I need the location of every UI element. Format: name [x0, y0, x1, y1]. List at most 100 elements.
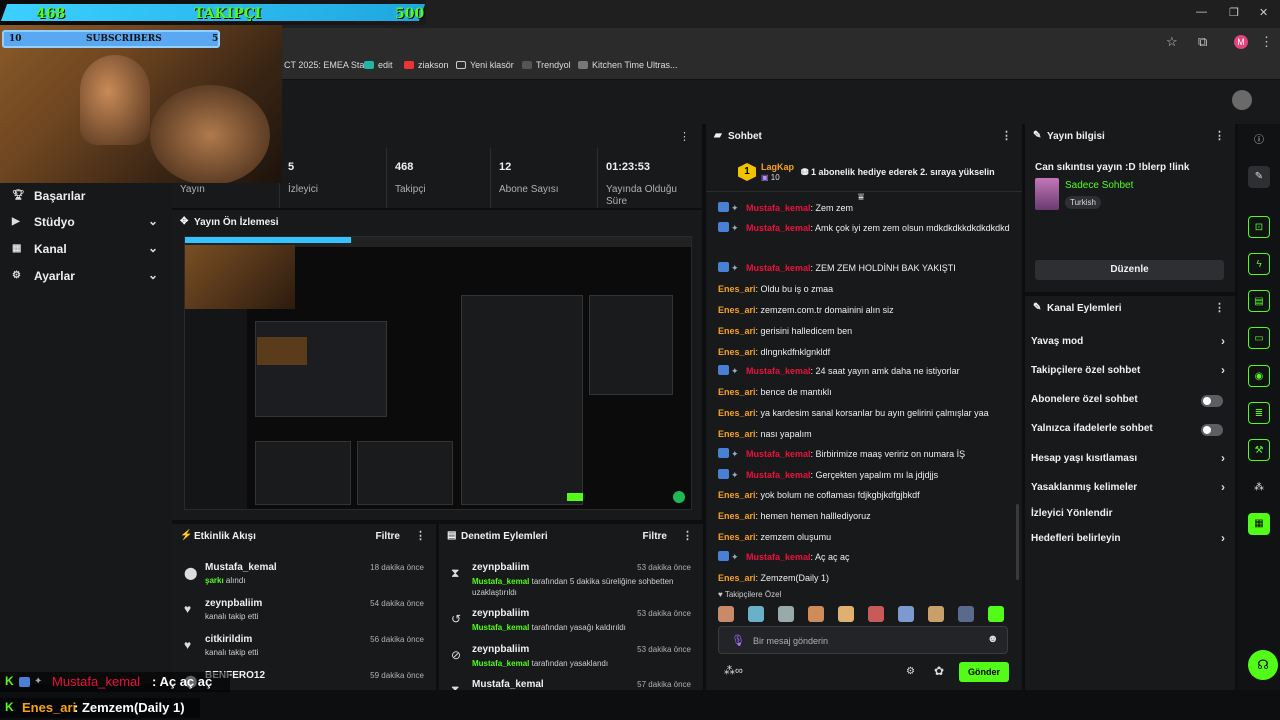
chat-username[interactable]: Enes_ari	[718, 532, 756, 542]
chat-settings-icon[interactable]: ⚙	[906, 666, 915, 677]
info-menu-icon[interactable]: ⋮	[1214, 129, 1225, 142]
action-account-age[interactable]: Hesap yaşı kısıtlaması ›	[1031, 451, 1229, 469]
chat-username[interactable]: Mustafa_kemal	[746, 263, 811, 273]
bookmark-item[interactable]: Trendyol	[522, 60, 571, 70]
send-button[interactable]: Gönder	[959, 662, 1009, 682]
chat-username[interactable]: Enes_ari	[718, 387, 756, 397]
emote-item[interactable]	[838, 606, 854, 622]
minimize-icon[interactable]: —	[1196, 6, 1207, 18]
emote-only-toggle[interactable]	[1201, 424, 1223, 436]
bookmark-item[interactable]: Yeni klasör	[456, 60, 514, 70]
activity-menu-icon[interactable]: ⋮	[415, 529, 426, 542]
microphone-icon[interactable]: 🎙︎	[731, 634, 745, 647]
stream-preview-video[interactable]	[184, 236, 692, 510]
emoji-icon[interactable]: ☻	[987, 633, 999, 645]
chat-username[interactable]: Mustafa_kemal	[746, 470, 811, 480]
support-headset-icon[interactable]: ☊	[1248, 650, 1278, 680]
chat-input[interactable]: 🎙︎ Bir mesaj gönderin ☻	[718, 626, 1008, 654]
emote-item[interactable]	[808, 606, 824, 622]
action-subscribers-only[interactable]: Abonelere özel sohbet	[1031, 394, 1229, 410]
user-avatar[interactable]	[1232, 90, 1252, 110]
pinned-gift-banner[interactable]: 1 LagKap ▣ 10 ⛃ 1 abonelik hediye ederek…	[706, 152, 1022, 192]
activity-filter-button[interactable]: Filtre	[376, 531, 400, 542]
restore-icon[interactable]: ❐	[1229, 6, 1239, 19]
chat-username[interactable]: Enes_ari	[718, 305, 756, 315]
channel-actions-panel: ✎ Kanal Eylemleri ⋮ Yavaş mod › Takipçile…	[1025, 296, 1235, 690]
chat-username[interactable]: Mustafa_kemal	[746, 223, 811, 233]
chat-username[interactable]: Mustafa_kemal	[746, 366, 811, 376]
wrench-icon[interactable]: ⚒	[1248, 439, 1270, 461]
chat-username[interactable]: Enes_ari	[718, 490, 756, 500]
chat-username[interactable]: Mustafa_kemal	[746, 449, 811, 459]
menu-dots-icon[interactable]: ⋮	[1260, 34, 1273, 50]
emote-item[interactable]	[778, 606, 794, 622]
bookmark-item[interactable]: edit	[364, 60, 393, 70]
chat-username[interactable]: Enes_ari	[718, 347, 756, 357]
extensions-icon[interactable]: ⧉	[1198, 34, 1207, 50]
chat-username[interactable]: Enes_ari	[718, 511, 756, 521]
emote-item[interactable]	[868, 606, 884, 622]
sidebar-item-ayarlar[interactable]: ⚙ Ayarlar ⌄	[12, 268, 162, 288]
chat-scrollbar[interactable]	[1016, 504, 1019, 580]
chat-message: ✦ Mustafa_kemal: ZEM ZEM HOLDİNH BAK YAKI…	[718, 262, 1014, 275]
clip-icon[interactable]: ⊡	[1248, 216, 1270, 238]
trophy-icon: 🏆︎	[12, 190, 25, 201]
emote-item[interactable]	[988, 606, 1004, 622]
edit-button[interactable]: Düzenle	[1035, 260, 1224, 280]
chat-username[interactable]: Mustafa_kemal	[746, 552, 811, 562]
streamer-face	[80, 55, 150, 145]
heart-icon: ♥	[184, 638, 192, 652]
layers-icon[interactable]: ≣	[1248, 402, 1270, 424]
subscribers-only-toggle[interactable]	[1201, 395, 1223, 407]
actions-menu-icon[interactable]: ⋮	[1214, 301, 1225, 314]
sidebar-item-studyo[interactable]: ▶ Stüdyo ⌄	[12, 214, 162, 234]
chat-username[interactable]: Enes_ari	[718, 284, 756, 294]
action-banned-words[interactable]: Yasaklanmış kelimeler ›	[1031, 480, 1229, 498]
info-icon[interactable]: ⓘ	[1248, 130, 1270, 152]
points-icon[interactable]: ⁂∞	[724, 664, 743, 677]
clapperboard-icon[interactable]: ▦	[1248, 513, 1270, 535]
lightning-icon[interactable]: ϟ	[1248, 253, 1270, 275]
stats-menu-icon[interactable]: ⋮	[679, 130, 690, 143]
emote-item[interactable]	[718, 606, 734, 622]
bookmark-item[interactable]: CT 2025: EMEA Sta...	[284, 60, 372, 70]
edit-icon[interactable]: ✎	[1248, 166, 1270, 188]
hourglass-icon: ⧗	[451, 683, 460, 690]
dots-icon[interactable]: ⁂	[1248, 477, 1270, 499]
profile-avatar[interactable]: M	[1234, 35, 1248, 49]
bookmark-item[interactable]: Kitchen Time Ultras...	[578, 60, 678, 70]
chat-username[interactable]: Enes_ari	[718, 573, 756, 583]
moderation-menu-icon[interactable]: ⋮	[682, 529, 693, 542]
chat-username[interactable]: Mustafa_kemal	[746, 203, 811, 213]
stream-category[interactable]: Sadece Sohbet	[1065, 180, 1133, 191]
wrench-icon: ✎	[1033, 302, 1042, 313]
emote-item[interactable]	[928, 606, 944, 622]
emote-item[interactable]	[748, 606, 764, 622]
chat-message: ✦ Mustafa_kemal: 24 saat yayın amk daha n…	[718, 365, 1014, 378]
chat-bubble-icon[interactable]: ▭	[1248, 327, 1270, 349]
emote-item[interactable]	[898, 606, 914, 622]
emote-item[interactable]	[958, 606, 974, 622]
bot-icon[interactable]: ✿	[934, 664, 944, 678]
action-followers-only[interactable]: Takipçilere özel sohbet ›	[1031, 363, 1229, 381]
action-emote-only[interactable]: Yalnızca ifadelerle sohbet	[1031, 423, 1229, 439]
chat-username[interactable]: Enes_ari	[718, 326, 756, 336]
sidebar-item-basarilar[interactable]: 🏆︎ Başarılar	[12, 188, 162, 208]
sidebar-item-kanal[interactable]: ▦ Kanal ⌄	[12, 241, 162, 261]
broadcast-icon[interactable]: ◉	[1248, 365, 1270, 387]
action-goals[interactable]: Hedefleri belirleyin ›	[1031, 531, 1229, 549]
action-raid[interactable]: İzleyici Yönlendir	[1031, 508, 1229, 524]
chat-username[interactable]: Enes_ari	[718, 429, 756, 439]
bookmark-item[interactable]: ziakson	[404, 60, 449, 70]
star-icon[interactable]: ☆	[1166, 34, 1178, 50]
chat-text: yok bolum ne coflaması fdjkgbjkdfgjbkdf	[760, 490, 920, 500]
action-slow-mode[interactable]: Yavaş mod ›	[1031, 334, 1229, 352]
tag-chip[interactable]: Turkish	[1065, 196, 1101, 209]
close-icon[interactable]: ✕	[1259, 6, 1268, 19]
moderation-filter-button[interactable]: Filtre	[643, 531, 667, 542]
mod-badge-icon	[19, 677, 30, 687]
chat-username[interactable]: Enes_ari	[718, 408, 756, 418]
chat-menu-icon[interactable]: ⋮	[1001, 129, 1012, 142]
clipboard-icon[interactable]: ▤	[1248, 290, 1270, 312]
chat-text: 24 saat yayın amk daha ne istiyorlar	[815, 366, 960, 376]
